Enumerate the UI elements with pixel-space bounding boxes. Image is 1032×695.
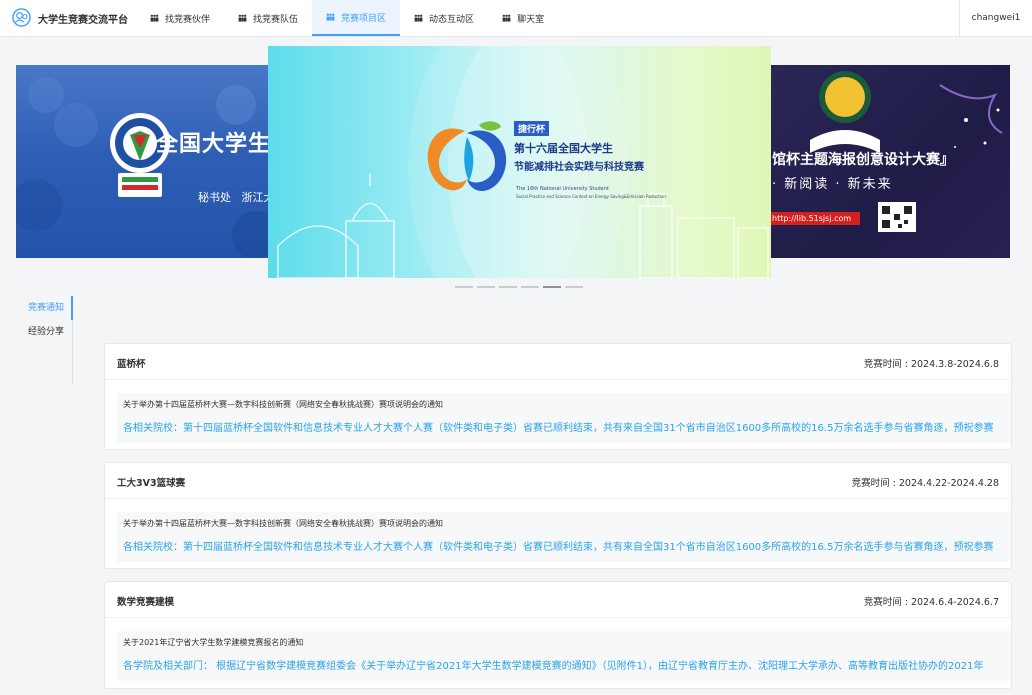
notice-item[interactable]: 关于2021年辽宁省大学生数学建模竞赛报名的通知 各学院及相关部门： 根据辽宁省… [117,631,1011,681]
group-icon [502,14,511,22]
notice-body-link[interactable]: 各相关院校：第十四届蓝桥杯全国软件和信息技术专业人才大赛个人赛（软件类和电子类）… [123,419,993,434]
nav-find-team[interactable]: 找竞赛队伍 [224,0,312,36]
card-header: 数学竞赛建模 竞赛时间 : 2024.6.4-2024.6.7 [105,582,1011,618]
right-slide-title: 馆杯主题海报创意设计大赛』 [772,152,954,168]
competition-time: 竞赛时间 : 2024.3.8-2024.6.8 [863,359,999,370]
main-nav: 找竞赛伙伴 找竞赛队伍 竞赛项目区 动态互动区 聊天室 [136,0,558,36]
competition-name[interactable]: 蓝桥杯 [117,356,146,370]
competition-time: 竞赛时间 : 2024.4.22-2024.4.28 [851,478,999,489]
notice-title: 关于举办第十四届蓝桥杯大赛—数字科技创新赛（网络安全春秋挑战赛）赛项说明会的通知 [123,400,443,409]
carousel-indicator[interactable] [499,286,517,288]
competition-name[interactable]: 工大3V3篮球赛 [117,475,185,489]
top-nav-bar: 大学生竞赛交流平台 找竞赛伙伴 找竞赛队伍 竞赛项目区 动态互动区 聊天室 ch… [0,0,1032,37]
competition-card: 工大3V3篮球赛 竞赛时间 : 2024.4.22-2024.4.28 关于举办… [104,462,1012,569]
site-title: 大学生竞赛交流平台 [38,15,128,26]
username: changwei1 [971,13,1021,23]
user-logo-icon[interactable] [12,8,31,27]
competition-card: 数学竞赛建模 竞赛时间 : 2024.6.4-2024.6.7 关于2021年辽… [104,581,1012,689]
center-slide-badge: 捷行杯 [514,121,550,136]
nav-label: 动态互动区 [429,14,475,25]
notice-item[interactable]: 关于举办第十四届蓝桥杯大赛—数字科技创新赛（网络安全春秋挑战赛）赛项说明会的通知… [117,512,1011,562]
competition-time: 竞赛时间 : 2024.6.4-2024.6.7 [863,597,999,608]
carousel-slide-left[interactable]: 全国大学生结构设计 秘书处 浙江大学 [16,65,284,258]
notice-title: 关于举办第十四届蓝桥杯大赛—数字科技创新赛（网络安全春秋挑战赛）赛项说明会的通知 [123,519,443,528]
carousel-indicator[interactable] [565,286,583,288]
group-icon [150,14,159,22]
competition-name[interactable]: 数学竞赛建模 [117,594,174,608]
nav-competition-projects[interactable]: 竞赛项目区 [312,0,401,36]
notice-body-link[interactable]: 各相关院校：第十四届蓝桥杯全国软件和信息技术专业人才大赛个人赛（软件类和电子类）… [123,538,993,553]
nav-find-partner[interactable]: 找竞赛伙伴 [136,0,224,36]
group-icon [414,14,423,22]
center-slide-title-line1: 第十六届全国大学生 [514,142,613,155]
carousel-indicators [455,286,583,288]
carousel-indicator[interactable] [477,286,495,288]
user-menu[interactable]: changwei1 [959,0,1032,36]
carousel-indicator[interactable] [521,286,539,288]
carousel-indicator[interactable] [455,286,473,288]
center-slide-en-line1: The 16th National University Student [516,186,609,192]
nav-label: 竞赛项目区 [341,13,387,24]
group-icon [238,14,247,22]
nav-label: 找竞赛伙伴 [165,14,211,25]
side-menu-experience-sharing[interactable]: 经验分享 [16,320,72,344]
competition-card: 蓝桥杯 竞赛时间 : 2024.3.8-2024.6.8 关于举办第十四届蓝桥杯… [104,343,1012,450]
nav-label: 找竞赛队伍 [253,14,299,25]
side-menu: 竞赛通知 经验分享 [16,296,73,384]
notice-item[interactable]: 关于举办第十四届蓝桥杯大赛—数字科技创新赛（网络安全春秋挑战赛）赛项说明会的通知… [117,393,1011,443]
card-header: 蓝桥杯 竞赛时间 : 2024.3.8-2024.6.8 [105,344,1011,380]
banner-carousel[interactable]: 全国大学生结构设计 秘书处 浙江大学 馆杯主题海报创意设计大赛』 · 新阅读 ·… [0,37,1032,297]
notice-body-link[interactable]: 各学院及相关部门： 根据辽宁省数学建模竞赛组委会《关于举办辽宁省2021年大学生… [123,657,983,672]
left-slide-title: 全国大学生结构设计 [156,132,284,157]
nav-label: 聊天室 [517,14,545,25]
carousel-indicator-active[interactable] [543,286,561,288]
center-slide-en-line2: Social Practice and Science Contest on E… [516,194,666,199]
notice-title: 关于2021年辽宁省大学生数学建模竞赛报名的通知 [123,638,304,647]
right-slide-url: http://lib.51sjsj.com [770,212,860,225]
card-header: 工大3V3篮球赛 竞赛时间 : 2024.4.22-2024.4.28 [105,463,1011,499]
energy-contest-logo-icon [427,121,507,192]
nav-chatroom[interactable]: 聊天室 [488,0,558,36]
carousel-slide-right[interactable]: 馆杯主题海报创意设计大赛』 · 新阅读 · 新未来 http://lib.51s… [770,65,1010,258]
center-slide-title-line2: 节能减排社会实践与科技竞赛 [514,162,644,173]
side-menu-competition-notices[interactable]: 竞赛通知 [16,296,73,320]
carousel-slide-active[interactable]: 捷行杯 第十六届全国大学生 节能减排社会实践与科技竞赛 The 16th Nat… [268,46,771,278]
nav-interaction[interactable]: 动态互动区 [400,0,488,36]
right-slide-slogan: · 新阅读 · 新未来 [772,177,893,192]
group-icon [326,13,335,21]
